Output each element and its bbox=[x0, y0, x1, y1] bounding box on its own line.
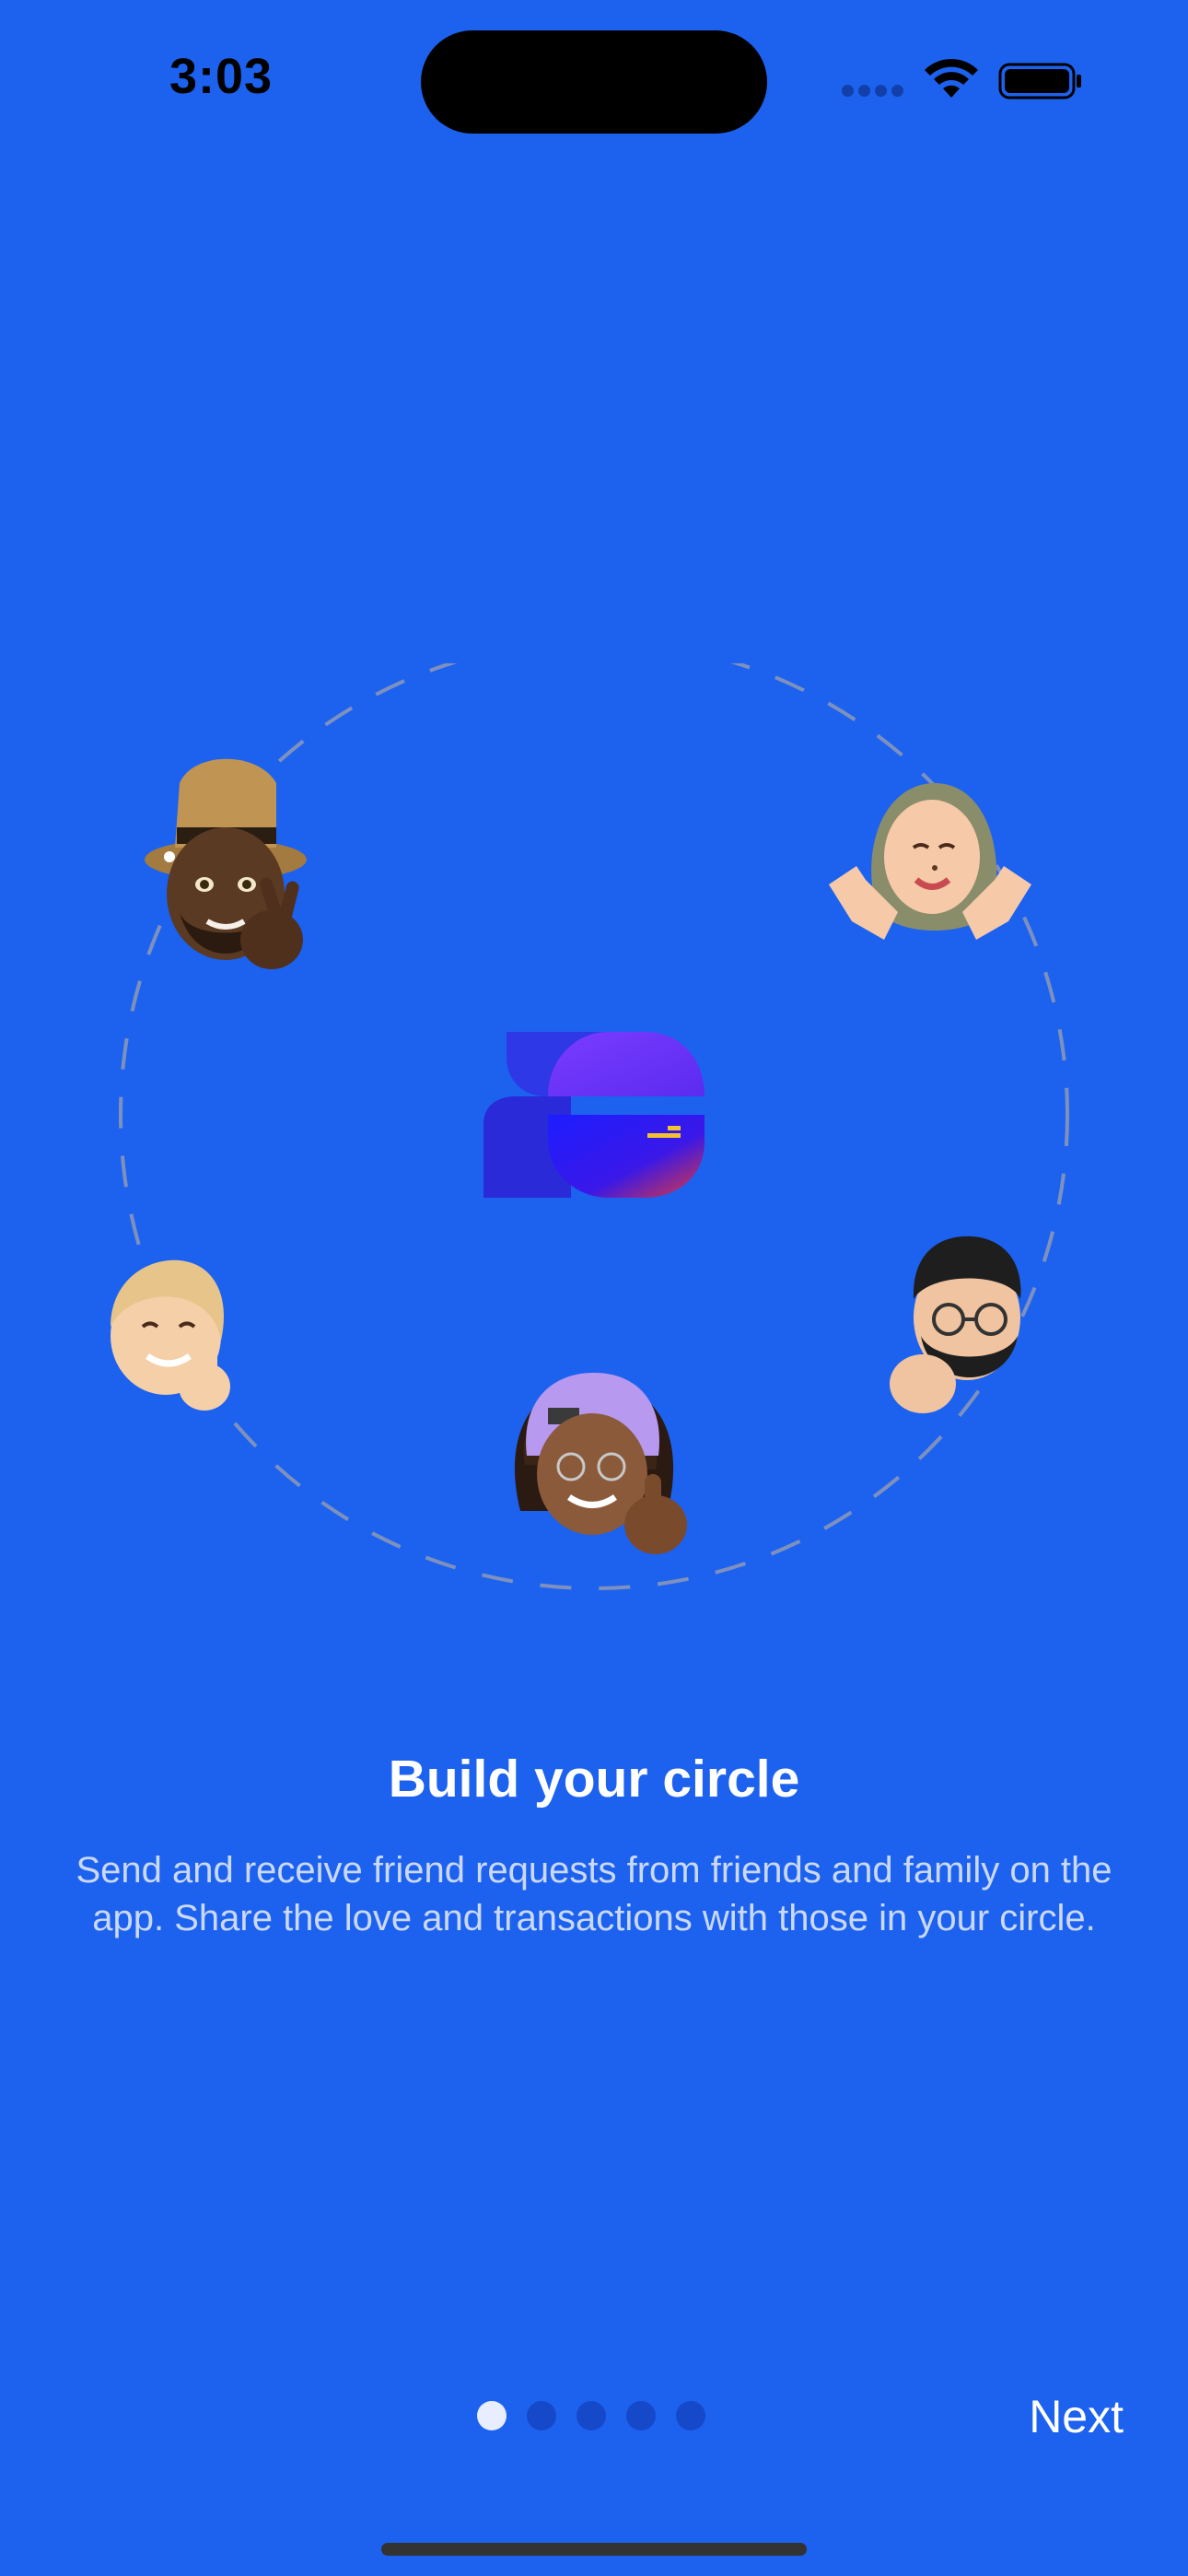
memoji-glasses-fist-icon bbox=[890, 1235, 1021, 1413]
onboarding-description: Send and receive friend requests from fr… bbox=[76, 1850, 1112, 1938]
page-dot-5[interactable] bbox=[676, 2401, 705, 2430]
memoji-hijab-wave-icon bbox=[829, 783, 1031, 940]
home-indicator[interactable] bbox=[381, 2543, 807, 2556]
page-indicator[interactable] bbox=[477, 2401, 716, 2432]
memoji-cap-thumbsup-icon bbox=[514, 1373, 687, 1554]
page-dot-4[interactable] bbox=[626, 2401, 656, 2430]
onboarding-title: Build your circle bbox=[388, 1750, 800, 1809]
page-dot-1[interactable] bbox=[477, 2401, 507, 2430]
app-logo-icon bbox=[483, 1032, 705, 1198]
dynamic-island bbox=[421, 30, 767, 134]
battery-icon bbox=[998, 63, 1081, 100]
page-dot-2[interactable] bbox=[527, 2401, 556, 2430]
cellular-signal-icon bbox=[842, 85, 906, 100]
page-dot-3[interactable] bbox=[577, 2401, 606, 2430]
next-button[interactable]: Next bbox=[995, 2384, 1124, 2449]
friends-circle-illustration bbox=[111, 663, 1069, 1590]
wifi-icon bbox=[925, 58, 978, 98]
memoji-crossed-fingers-icon bbox=[111, 1259, 230, 1411]
status-time: 3:03 bbox=[169, 49, 274, 104]
memoji-hat-peace-icon bbox=[145, 758, 307, 969]
